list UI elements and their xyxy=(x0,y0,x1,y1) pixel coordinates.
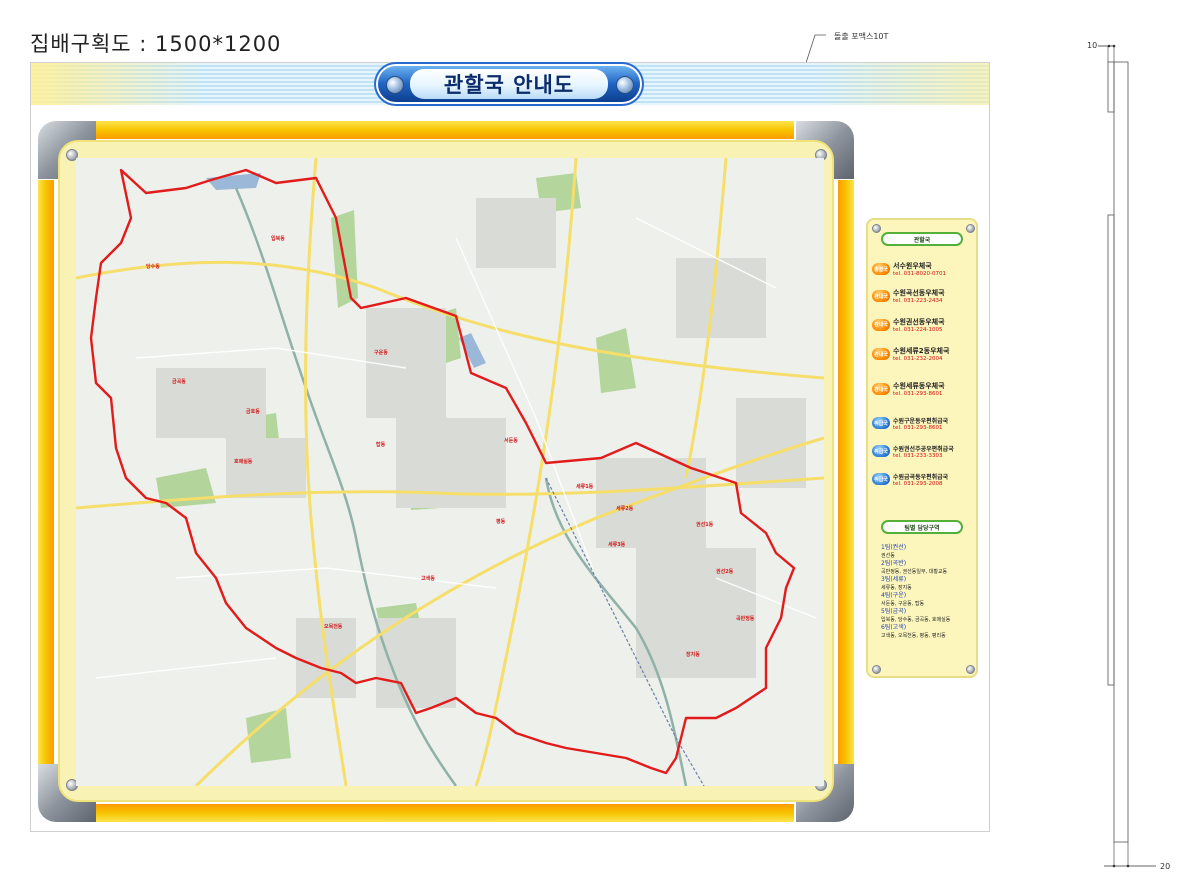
map-label-seryu3: 세류3동 xyxy=(608,541,626,548)
zone-area: 곡반정동, 권선동일부, 대황교동 xyxy=(881,569,948,575)
office-item: 취급국 수원구운동우편취급국 tel. 031-293-8601 xyxy=(872,409,972,437)
office-item: 취급국 수원금곡동우편취급국 tel. 031-293-2008 xyxy=(872,465,972,493)
office-item: 관내국 수원곡선동우체국 tel. 031-223-2434 xyxy=(872,282,972,310)
district-map: 당수동 입북동 금곡동 금호동 호매실동 구운동 탑동 서둔동 세류1동 세류2… xyxy=(76,158,824,786)
office-item: 관내국 수원권선동우체국 tel. 031-224-1005 xyxy=(872,310,972,339)
office-badge: 관내국 xyxy=(872,290,890,302)
office-name: 수원세류2동우체국 xyxy=(893,347,950,355)
screw-icon xyxy=(966,224,975,233)
map-label-pyeong: 평동 xyxy=(496,518,506,525)
side-dimension-drawing xyxy=(1098,44,1156,868)
zone-area: 고색동, 오목천동, 평동, 평리동 xyxy=(881,633,946,639)
office-badge: 관내국 xyxy=(872,348,890,360)
office-name: 수원권선주공우편취급국 xyxy=(893,445,954,453)
office-badge: 관내국 xyxy=(872,318,890,331)
map-label-jangji: 장지동 xyxy=(686,651,700,658)
map-label-omokcheon: 오목천동 xyxy=(324,623,343,630)
offices-header: 관할국 xyxy=(881,232,963,246)
board-title: 관할국 안내도 xyxy=(443,73,575,97)
title-orb-left-icon xyxy=(386,76,404,94)
zone-list: 1팀(권선) 권선동 2팀(곡반) 곡반정동, 권선동일부, 대황교동 3팀(세… xyxy=(881,544,973,640)
dimension-bottom: 20 xyxy=(1160,862,1171,871)
office-item: 관내국 수원세류2동우체국 tel. 031-232-2004 xyxy=(872,339,972,369)
district-map-svg: 당수동 입북동 금곡동 금호동 호매실동 구운동 탑동 서둔동 세류1동 세류2… xyxy=(76,158,824,786)
office-tel: tel. 031-293-8601 xyxy=(893,391,943,397)
map-label-tap: 탑동 xyxy=(376,441,386,448)
zone-team: 5팀(금곡) xyxy=(881,608,907,615)
frame-bar-left xyxy=(38,180,54,765)
office-name: 수원곡선동우체국 xyxy=(893,289,945,297)
map-label-guun: 구운동 xyxy=(374,349,388,356)
zone-team: 4팀(구운) xyxy=(881,592,907,599)
zone-team: 6팀(고색) xyxy=(881,624,907,631)
map-label-gumgok2: 금호동 xyxy=(246,408,260,415)
zone-area: 세류동, 장지동 xyxy=(881,585,912,591)
office-item: 취급국 수원권선주공우편취급국 tel. 031-233-3303 xyxy=(872,437,972,465)
screw-icon xyxy=(966,665,975,674)
map-label-gokban: 곡반정동 xyxy=(736,615,755,622)
office-name: 수원구운동우편취급국 xyxy=(893,417,949,425)
office-badge: 관내국 xyxy=(872,383,890,395)
zone-team: 1팀(권선) xyxy=(881,544,907,551)
office-item: 총괄국 서수원우체국 tel. 031-8020-0701 xyxy=(872,256,972,282)
zone-area: 서둔동, 구운동, 탑동 xyxy=(881,601,925,607)
screw-icon xyxy=(872,224,881,233)
map-label-gwonseon1: 권선1동 xyxy=(696,521,714,528)
office-name: 수원권선동우체국 xyxy=(893,317,945,326)
title-orb-right-icon xyxy=(616,76,634,94)
office-tel: tel. 031-293-2008 xyxy=(893,480,943,487)
map-label-homaesil: 호매실동 xyxy=(234,458,253,465)
office-tel: tel. 031-8020-0701 xyxy=(893,271,947,277)
office-tel: tel. 031-224-1005 xyxy=(893,326,943,333)
map-label-gosaek: 고색동 xyxy=(421,575,435,582)
office-tel: tel. 031-223-2434 xyxy=(893,298,943,304)
frame-bar-bottom xyxy=(96,804,794,822)
office-list: 총괄국 서수원우체국 tel. 031-8020-0701 관내국 수원곡선동우체… xyxy=(872,256,972,493)
map-label-dangsu: 당수동 xyxy=(146,263,160,270)
office-badge: 총괄국 xyxy=(872,263,890,275)
zone-team: 3팀(세류) xyxy=(881,576,907,583)
map-label-geumgok: 금곡동 xyxy=(172,378,186,385)
zone-area: 권선동 xyxy=(881,553,895,559)
office-tel: tel. 031-232-2004 xyxy=(893,356,943,362)
title-inner: 관할국 안내도 xyxy=(410,69,608,99)
office-name: 수원금곡동우편취급국 xyxy=(893,473,949,481)
office-badge: 취급국 xyxy=(872,417,890,429)
office-badge: 취급국 xyxy=(872,445,890,457)
frame-bar-right xyxy=(838,180,854,765)
frame-bar-top xyxy=(96,121,794,139)
zone-area: 입북동, 당수동, 금곡동, 호매실동 xyxy=(881,617,951,623)
office-item: 관내국 수원세류동우체국 tel. 031-293-8601 xyxy=(872,369,972,409)
office-badge: 취급국 xyxy=(872,473,890,485)
office-tel: tel. 031-233-3303 xyxy=(893,452,943,459)
dimension-top: 10 xyxy=(1087,41,1098,50)
map-label-seodun: 서둔동 xyxy=(504,437,518,444)
office-name: 서수원우체국 xyxy=(893,262,932,270)
screw-icon xyxy=(872,665,881,674)
map-label-gwonseon2: 권선2동 xyxy=(716,568,734,575)
office-tel: tel. 031-293-8601 xyxy=(893,424,943,431)
office-name: 수원세류동우체국 xyxy=(893,382,945,390)
map-label-seryu2: 세류2동 xyxy=(616,505,634,512)
zone-team: 2팀(곡반) xyxy=(881,560,907,567)
map-label-ipbuk: 입북동 xyxy=(271,235,285,242)
zones-header: 팀별 담당구역 xyxy=(881,520,963,534)
map-label-seryu1: 세류1동 xyxy=(576,483,594,490)
